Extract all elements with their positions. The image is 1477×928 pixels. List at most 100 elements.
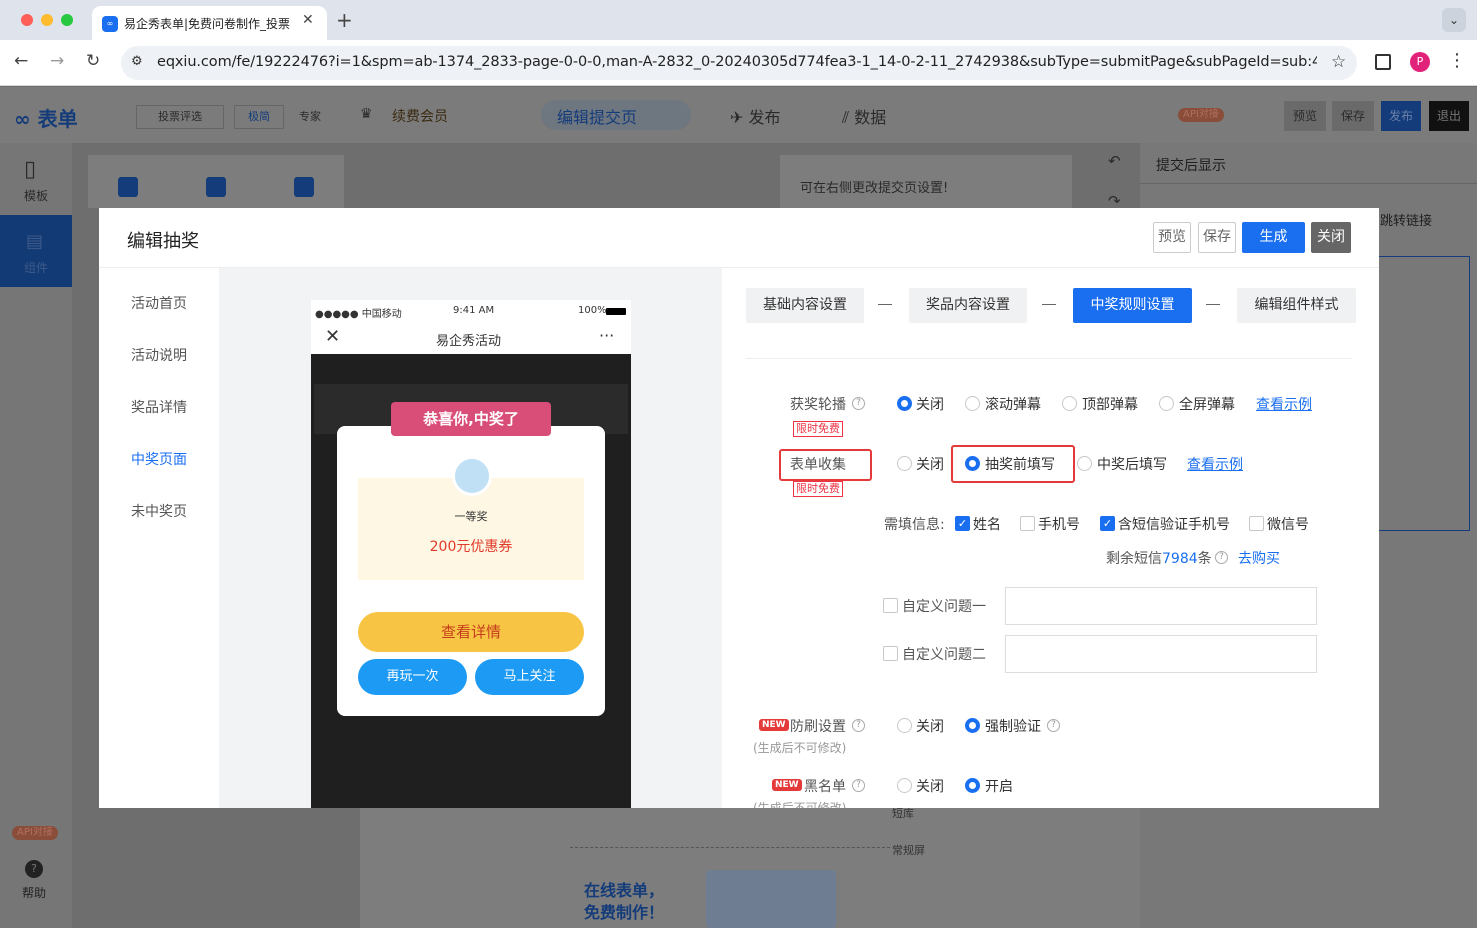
modal-close-button[interactable]: 关闭	[1311, 222, 1351, 253]
jump-link-option[interactable]: 跳转链接	[1380, 210, 1432, 229]
url-text[interactable]: eqxiu.com/fe/19222476?i=1&spm=ab-1374_28…	[157, 54, 1317, 70]
view-details-button[interactable]: 查看详情	[358, 612, 584, 652]
app-save-button[interactable]: 保存	[1332, 101, 1374, 131]
required-name-checkbox[interactable]: ✓	[955, 516, 970, 531]
required-wechat-checkbox[interactable]	[1249, 516, 1264, 531]
address-bar[interactable]: ⚙ eqxiu.com/fe/19222476?i=1&spm=ab-1374_…	[121, 46, 1357, 80]
app-exit-button[interactable]: 退出	[1429, 101, 1469, 131]
follow-now-button[interactable]: 马上关注	[475, 659, 584, 695]
broadcast-option-off[interactable]: 关闭	[916, 394, 944, 414]
force-verify-help-icon[interactable]: ?	[1047, 719, 1060, 732]
text-component-icon[interactable]	[118, 177, 138, 197]
buy-sms-link[interactable]: 去购买	[1238, 548, 1280, 568]
form-collect-radio-before[interactable]	[965, 456, 980, 471]
close-window-button[interactable]	[21, 14, 33, 26]
anti-fraud-option-force[interactable]: 强制验证	[985, 716, 1041, 736]
profile-avatar[interactable]: P	[1410, 52, 1430, 72]
new-tab-icon[interactable]: +	[336, 8, 353, 32]
blacklist-radio-on[interactable]	[965, 778, 980, 793]
site-settings-icon[interactable]: ⚙	[131, 54, 143, 69]
tab-search-chevron-icon[interactable]: ⌄	[1442, 8, 1466, 32]
image-component-icon[interactable]	[206, 177, 226, 197]
form-collect-option-off[interactable]: 关闭	[916, 454, 944, 474]
form-collect-option-after[interactable]: 中奖后填写	[1097, 454, 1167, 474]
required-name-option[interactable]: 姓名	[973, 514, 1001, 534]
menu-item-winning-page[interactable]: 中奖页面	[131, 449, 187, 469]
blacklist-option-on[interactable]: 开启	[985, 776, 1013, 796]
undo-icon[interactable]: ↶	[1108, 152, 1121, 170]
simple-mode-button[interactable]: 极简	[234, 105, 284, 129]
required-phone-option[interactable]: 手机号	[1038, 514, 1080, 534]
broadcast-option-top[interactable]: 顶部弹幕	[1082, 394, 1138, 414]
blacklist-radio-off[interactable]	[897, 778, 912, 793]
broadcast-radio-fullscreen[interactable]	[1159, 396, 1174, 411]
required-sms-phone-option[interactable]: 含短信验证手机号	[1118, 514, 1230, 534]
side-panel-icon[interactable]	[1375, 54, 1391, 70]
step-component-style[interactable]: 编辑组件样式	[1237, 288, 1356, 323]
publish-tab[interactable]: ✈ 发布	[730, 104, 781, 128]
anti-fraud-option-off[interactable]: 关闭	[916, 716, 944, 736]
broadcast-radio-scroll[interactable]	[965, 396, 980, 411]
step-basic-content[interactable]: 基础内容设置	[746, 288, 864, 323]
blacklist-option-off[interactable]: 关闭	[916, 776, 944, 796]
edit-submit-page-tab[interactable]: 编辑提交页	[541, 100, 691, 130]
anti-fraud-help-icon[interactable]: ?	[852, 719, 865, 732]
menu-item-home[interactable]: 活动首页	[131, 293, 187, 313]
step-prize-content[interactable]: 奖品内容设置	[909, 288, 1027, 323]
broadcast-help-icon[interactable]: ?	[852, 397, 865, 410]
bookmark-star-icon[interactable]: ☆	[1331, 52, 1346, 72]
vote-mode-button[interactable]: 投票评选	[136, 105, 224, 129]
menu-item-prize-details[interactable]: 奖品详情	[131, 397, 187, 417]
browser-tab[interactable]: ∞ 易企秀表单|免费问卷制作_投票 ✕	[92, 6, 327, 40]
form-collect-radio-off[interactable]	[897, 456, 912, 471]
maximize-window-button[interactable]	[61, 14, 73, 26]
sidebar-api-badge[interactable]: API对接	[12, 826, 58, 840]
anti-fraud-radio-force[interactable]	[965, 718, 980, 733]
renew-vip-link[interactable]: 续费会员	[392, 106, 448, 126]
video-component-icon[interactable]	[294, 177, 314, 197]
app-publish-button[interactable]: 发布	[1381, 101, 1421, 131]
form-collect-radio-after[interactable]	[1077, 456, 1092, 471]
app-preview-button[interactable]: 预览	[1284, 101, 1326, 131]
play-again-button[interactable]: 再玩一次	[358, 659, 467, 695]
expert-mode-button[interactable]: 专家	[288, 105, 332, 129]
required-sms-phone-checkbox[interactable]: ✓	[1100, 516, 1115, 531]
tab-close-icon[interactable]: ✕	[302, 12, 314, 28]
api-badge[interactable]: API对接	[1178, 108, 1224, 122]
app-logo[interactable]: ∞ 表单	[14, 103, 78, 132]
step-winning-rules[interactable]: 中奖规则设置	[1073, 288, 1192, 323]
data-tab[interactable]: ⫽ 数据	[842, 104, 886, 128]
reload-icon[interactable]: ↻	[86, 51, 100, 71]
form-collect-example-link[interactable]: 查看示例	[1187, 454, 1243, 474]
modal-preview-button[interactable]: 预览	[1153, 222, 1191, 253]
broadcast-option-fullscreen[interactable]: 全屏弹幕	[1179, 394, 1235, 414]
broadcast-radio-off[interactable]	[897, 396, 912, 411]
help-label[interactable]: 帮助	[22, 884, 46, 901]
custom-question-1-checkbox[interactable]	[883, 598, 898, 613]
custom-question-1-label[interactable]: 自定义问题一	[902, 596, 986, 616]
minimize-window-button[interactable]	[41, 14, 53, 26]
menu-item-losing-page[interactable]: 未中奖页	[131, 501, 187, 521]
required-phone-checkbox[interactable]	[1020, 516, 1035, 531]
blacklist-help-icon[interactable]: ?	[852, 779, 865, 792]
sidebar-item-components[interactable]: ▤ 组件	[0, 215, 72, 287]
menu-item-description[interactable]: 活动说明	[131, 345, 187, 365]
modal-generate-button[interactable]: 生成	[1242, 222, 1305, 253]
sms-help-icon[interactable]: ?	[1215, 551, 1228, 564]
modal-save-button[interactable]: 保存	[1198, 222, 1236, 253]
custom-question-2-input[interactable]	[1005, 635, 1317, 673]
back-arrow-icon[interactable]: ←	[14, 51, 28, 71]
broadcast-example-link[interactable]: 查看示例	[1256, 394, 1312, 414]
custom-question-2-checkbox[interactable]	[883, 646, 898, 661]
sidebar-item-template[interactable]: 模板	[24, 187, 48, 204]
forward-arrow-icon[interactable]: →	[50, 51, 64, 71]
required-wechat-option[interactable]: 微信号	[1267, 514, 1309, 534]
anti-fraud-radio-off[interactable]	[897, 718, 912, 733]
broadcast-option-scroll[interactable]: 滚动弹幕	[985, 394, 1041, 414]
custom-question-2-label[interactable]: 自定义问题二	[902, 644, 986, 664]
help-icon[interactable]: ?	[25, 860, 43, 878]
form-collect-option-before[interactable]: 抽奖前填写	[985, 454, 1055, 474]
custom-question-1-input[interactable]	[1005, 587, 1317, 625]
browser-menu-icon[interactable]: ⋮	[1448, 50, 1466, 71]
broadcast-radio-top[interactable]	[1062, 396, 1077, 411]
